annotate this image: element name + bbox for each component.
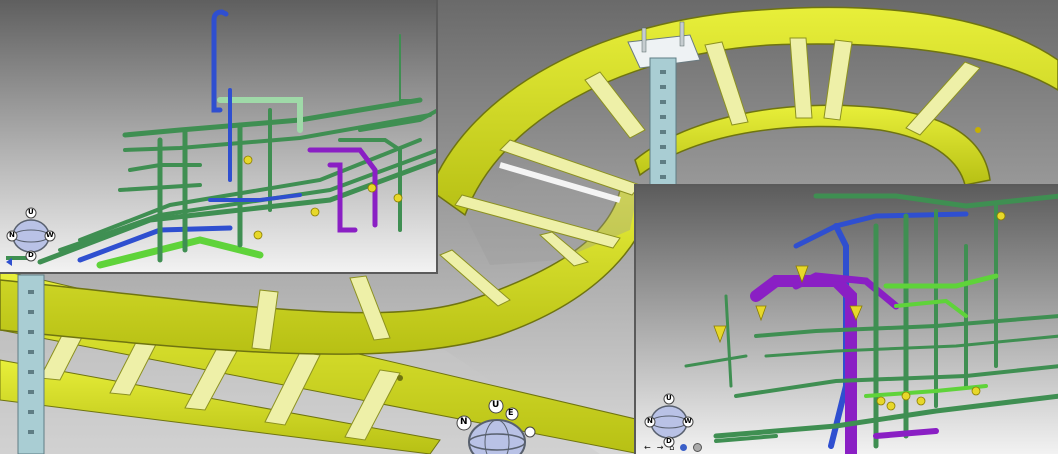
- nav-toolbar: ← → ⌂: [644, 442, 703, 452]
- view-cube-right[interactable]: U N W D: [642, 392, 696, 448]
- inset-right-scene-canvas: [636, 186, 1058, 454]
- inset-viewport-left[interactable]: U N W D: [0, 0, 438, 274]
- view-cube-up-label[interactable]: U: [28, 208, 34, 216]
- view-cube-east-label[interactable]: E: [508, 408, 513, 417]
- view-cube-up-label[interactable]: U: [666, 394, 672, 402]
- view-cube-down-label[interactable]: D: [28, 251, 34, 259]
- view-cube-north-label[interactable]: N: [460, 417, 468, 427]
- settings-icon[interactable]: [693, 442, 703, 452]
- view-cube-north-label[interactable]: N: [647, 417, 653, 425]
- forward-arrow-icon[interactable]: →: [657, 443, 664, 452]
- view-cube-up-label[interactable]: U: [492, 400, 499, 410]
- back-arrow-icon[interactable]: ←: [644, 443, 651, 452]
- orbit-icon[interactable]: [680, 443, 688, 451]
- view-cube-west-label[interactable]: W: [46, 231, 54, 239]
- view-cube-left[interactable]: U N W D: [4, 206, 58, 262]
- inset-left-scene-canvas: [0, 0, 436, 272]
- view-cube-main[interactable]: U N E: [452, 400, 542, 454]
- home-icon[interactable]: ⌂: [669, 443, 674, 452]
- view-cube-north-label[interactable]: N: [9, 231, 15, 239]
- view-cube-west-label[interactable]: W: [684, 417, 692, 425]
- inset-viewport-right[interactable]: U N W D ← → ⌂: [634, 184, 1058, 454]
